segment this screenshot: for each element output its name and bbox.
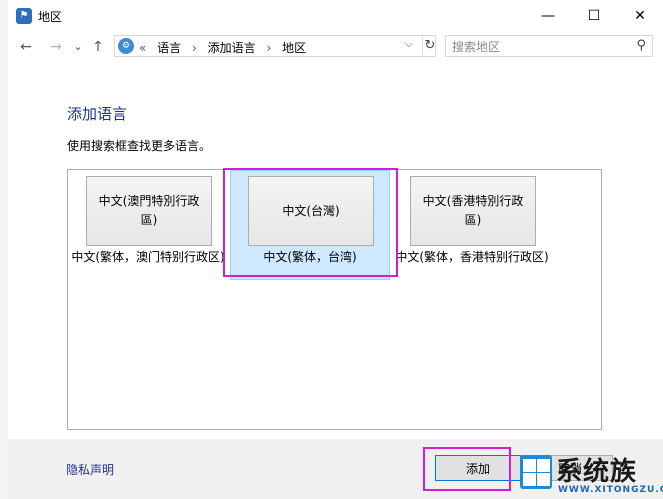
search-box[interactable]: ⚲ bbox=[445, 35, 653, 57]
watermark-text: 系统族 bbox=[556, 457, 638, 487]
add-button[interactable]: 添加 bbox=[435, 455, 521, 481]
search-input[interactable] bbox=[450, 37, 624, 57]
maximize-button[interactable]: ☐ bbox=[571, 0, 617, 32]
breadcrumb-overflow[interactable]: « bbox=[139, 41, 146, 55]
window-title: 地区 bbox=[38, 10, 63, 24]
language-tile: 中文(香港特別行政區) bbox=[410, 176, 536, 246]
up-arrow-icon[interactable]: ↑ bbox=[88, 38, 108, 56]
watermark: 系统族 WWW.XITONGZU.COM bbox=[518, 449, 663, 499]
breadcrumb-language[interactable]: 语言 bbox=[157, 41, 181, 55]
breadcrumb-separator: › bbox=[192, 41, 197, 55]
language-tile: 中文(台灣) bbox=[248, 176, 374, 246]
language-item-hongkong[interactable]: 中文(香港特別行政區) 中文(繁体，香港特别行政区) bbox=[392, 170, 552, 280]
back-arrow-icon[interactable]: ← bbox=[16, 38, 36, 56]
language-list: 中文(澳門特別行政區) 中文(繁体，澳门特别行政区) 中文(台灣) 中文(繁体，… bbox=[67, 169, 602, 430]
watermark-url: WWW.XITONGZU.COM bbox=[558, 485, 663, 495]
title-bar: ⚑ 地区 — ☐ ✕ bbox=[8, 0, 663, 32]
instruction-text: 使用搜索框查找更多语言。 bbox=[67, 139, 212, 153]
privacy-link[interactable]: 隐私声明 bbox=[66, 461, 114, 478]
language-item-macau[interactable]: 中文(澳門特別行政區) 中文(繁体，澳门特别行政区) bbox=[68, 170, 228, 280]
language-caption: 中文(繁体，台湾) bbox=[263, 250, 357, 264]
page-title: 添加语言 bbox=[67, 105, 128, 123]
region-dialog: ⚑ 地区 — ☐ ✕ ← → ⌄ ↑ ⚙ « 语言 › 添加语言 › 地区 ⌵ … bbox=[8, 0, 663, 499]
language-caption: 中文(繁体，香港特别行政区) bbox=[395, 250, 549, 264]
language-caption: 中文(繁体，澳门特别行政区) bbox=[71, 250, 225, 264]
search-icon[interactable]: ⚲ bbox=[636, 38, 646, 53]
region-icon: ⚑ bbox=[16, 8, 32, 24]
address-dropdown-icon[interactable]: ⌵ bbox=[405, 39, 413, 50]
breadcrumb-add-language[interactable]: 添加语言 bbox=[208, 41, 256, 55]
language-tile: 中文(澳門特別行政區) bbox=[86, 176, 212, 246]
breadcrumb: « 语言 › 添加语言 › 地区 bbox=[139, 39, 313, 56]
minimize-button[interactable]: — bbox=[525, 0, 571, 32]
forward-arrow-icon[interactable]: → bbox=[46, 38, 66, 56]
control-panel-icon: ⚙ bbox=[118, 38, 134, 54]
recent-locations-dropdown-icon[interactable]: ⌄ bbox=[68, 38, 88, 56]
close-button[interactable]: ✕ bbox=[617, 0, 663, 32]
refresh-icon[interactable]: ↻ bbox=[422, 36, 437, 56]
windows-logo-icon bbox=[520, 455, 552, 489]
breadcrumb-region[interactable]: 地区 bbox=[282, 41, 306, 55]
address-bar[interactable]: ⚙ « 语言 › 添加语言 › 地区 ⌵ ↻ bbox=[114, 35, 436, 57]
language-item-taiwan[interactable]: 中文(台灣) 中文(繁体，台湾) bbox=[230, 170, 390, 280]
breadcrumb-separator: › bbox=[266, 41, 272, 55]
